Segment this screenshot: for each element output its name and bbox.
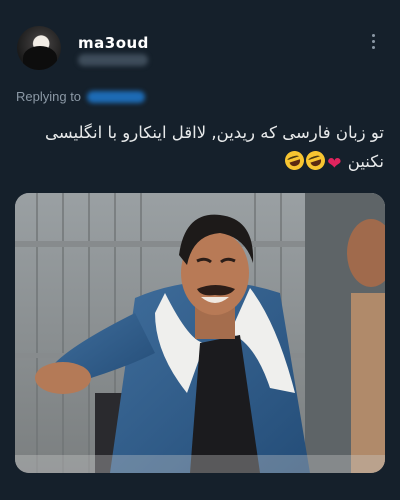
username-handle-redacted xyxy=(78,54,148,66)
tweet-text-line-1: تو زبان فارسی که ریدین, لااقل اینکارو با… xyxy=(45,123,384,142)
tweet-text-line-2: نکنین ❤︎ xyxy=(18,147,384,179)
replying-to-handle-redacted[interactable] xyxy=(87,91,145,103)
tweet-text: تو زبان فارسی که ریدین, لااقل اینکارو با… xyxy=(18,118,384,179)
tweet-text-line-2-text: نکنین xyxy=(347,152,384,171)
replying-to-label: Replying to xyxy=(16,89,82,104)
rolling-on-floor-laughing-icon xyxy=(303,148,328,173)
broken-heart-icon: ❤︎ xyxy=(327,154,342,174)
tweet-image[interactable] xyxy=(15,193,385,473)
laughing-man-photo xyxy=(15,193,385,473)
display-name[interactable]: ma3oud xyxy=(78,34,149,52)
more-options-icon[interactable] xyxy=(364,30,382,52)
tweet-header: ma3oud xyxy=(0,0,400,82)
rolling-on-floor-laughing-icon xyxy=(282,148,307,173)
avatar[interactable] xyxy=(17,26,61,70)
